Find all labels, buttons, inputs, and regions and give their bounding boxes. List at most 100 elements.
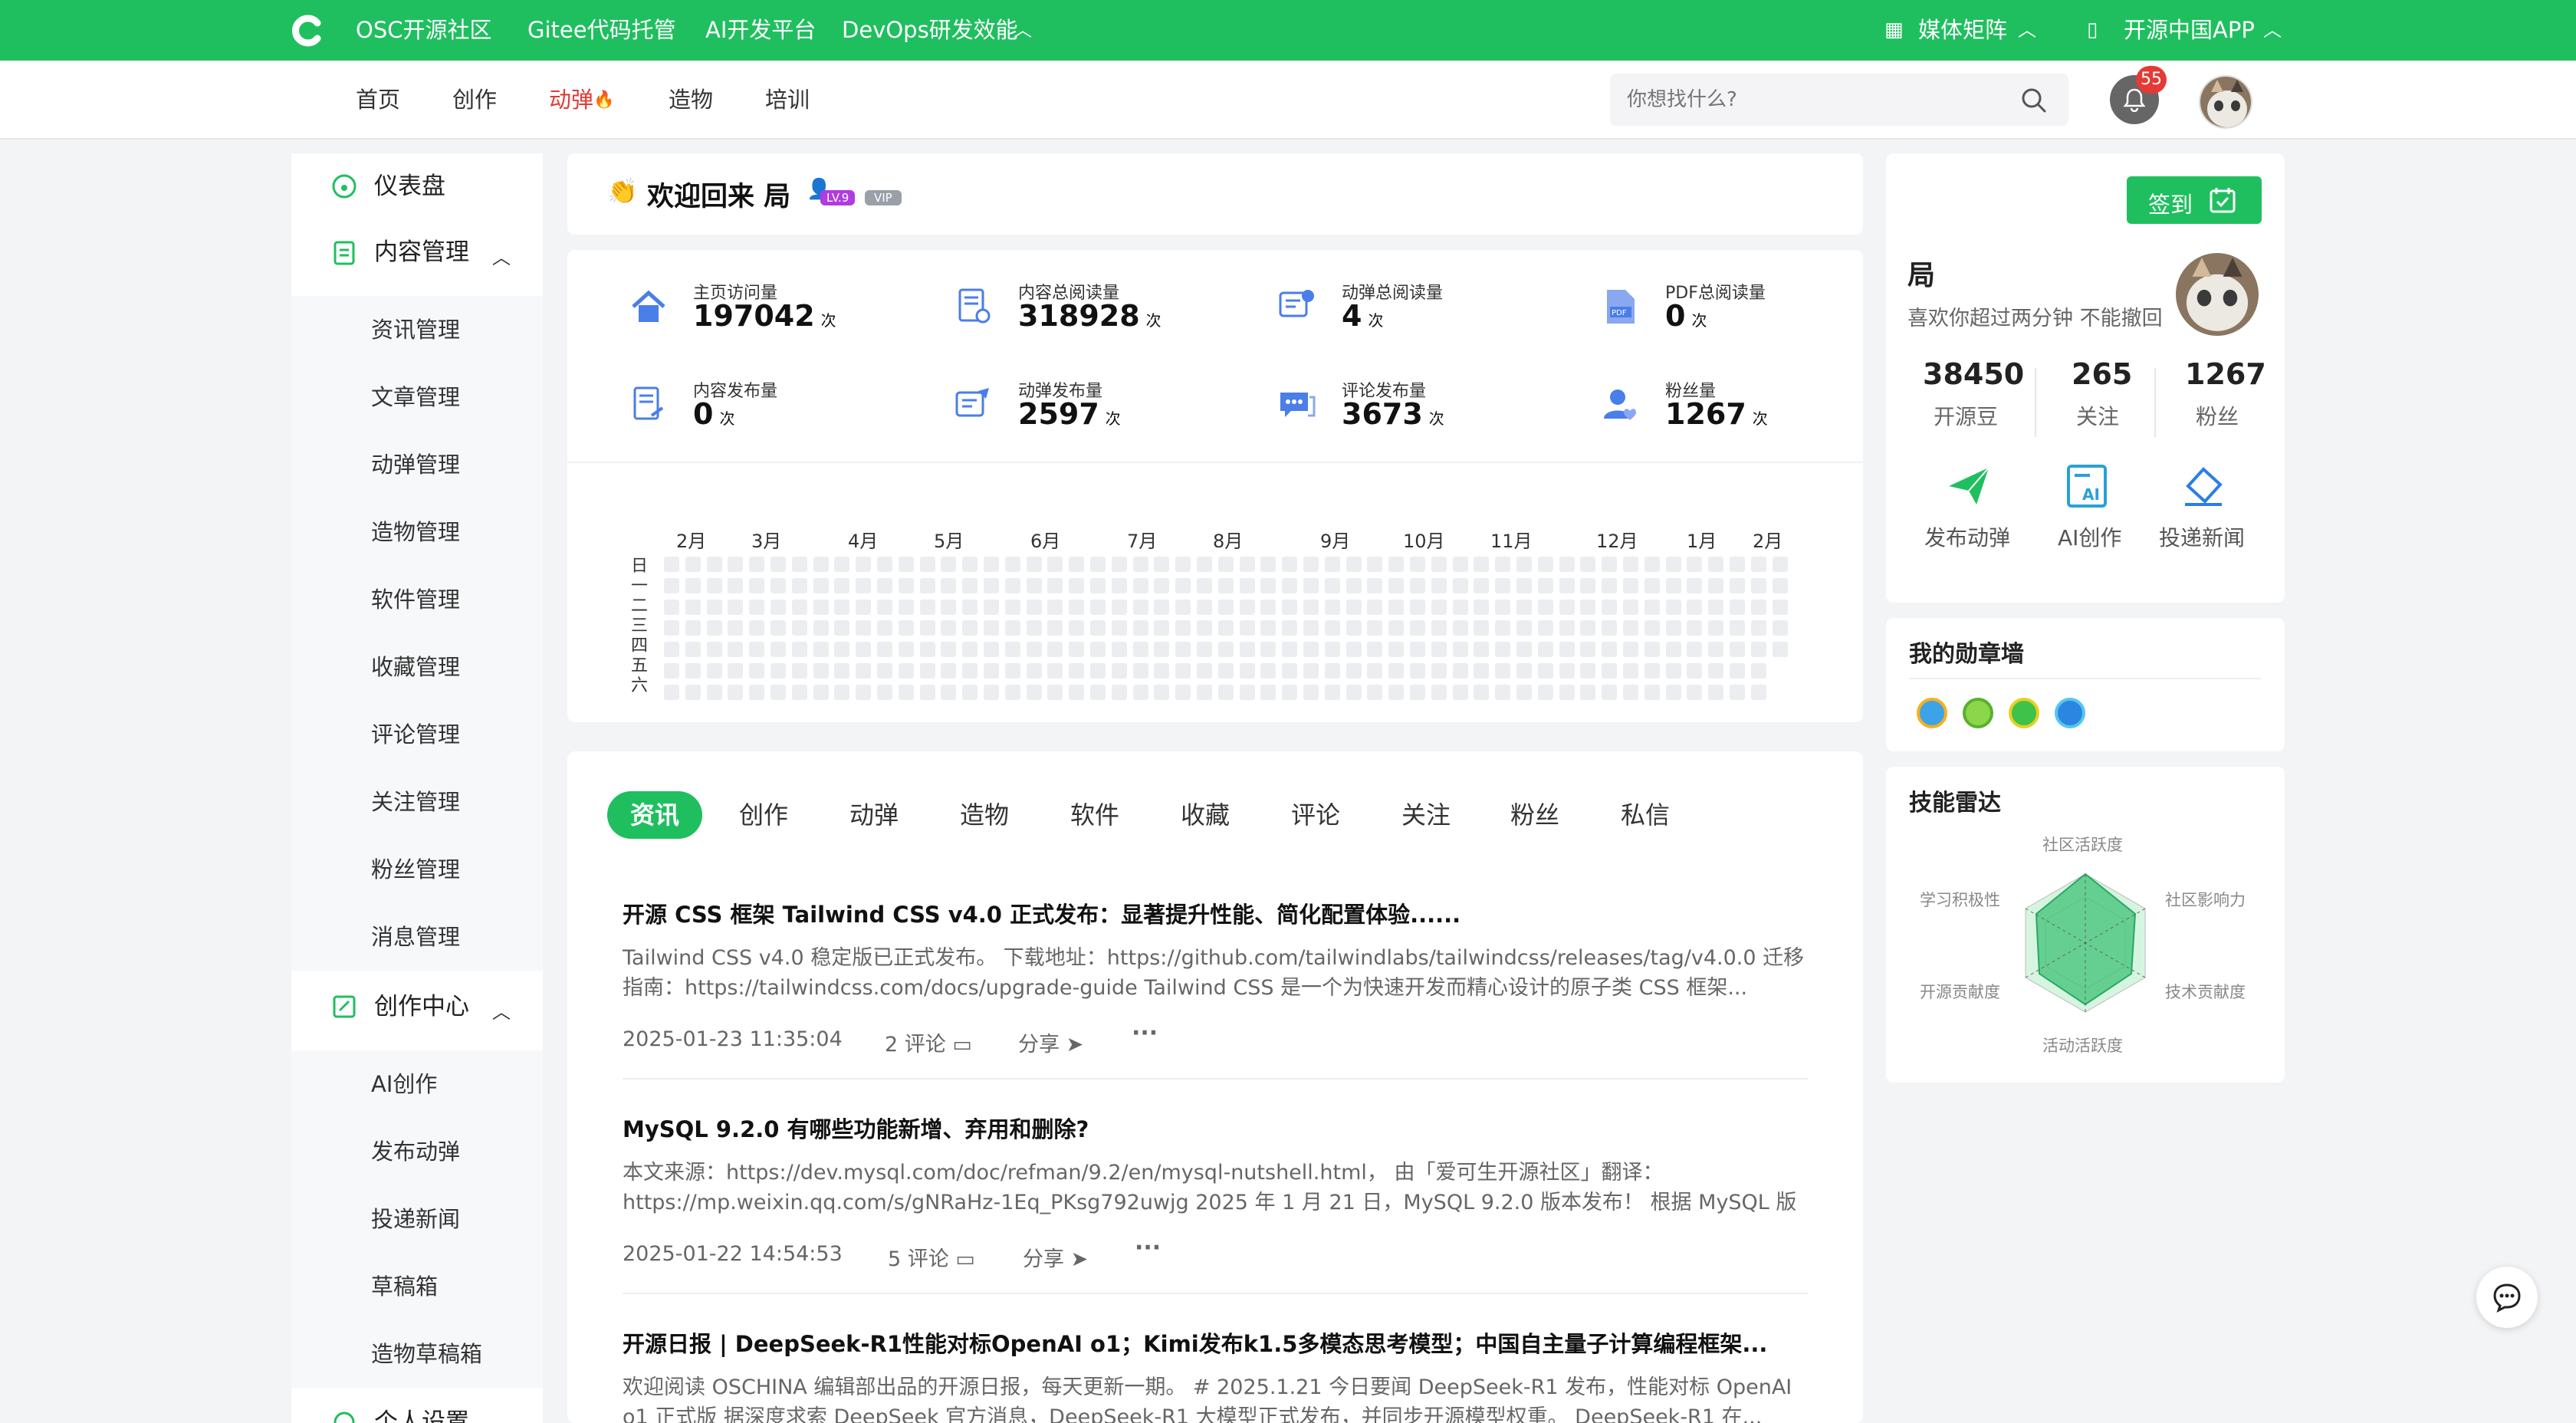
sidebar-item[interactable]: 资讯管理	[291, 296, 543, 363]
pdf-icon: PDF	[1607, 290, 1635, 324]
article-title[interactable]: 开源 CSS 框架 Tailwind CSS v4.0 正式发布：显著提升性能、…	[623, 897, 1460, 929]
tab-following[interactable]: 关注	[1378, 791, 1474, 839]
chevron-up-icon[interactable]: ︿	[2263, 0, 2282, 61]
heatmap-cell	[1260, 557, 1276, 572]
badge-icon[interactable]	[2055, 698, 2085, 728]
nav-create[interactable]: 创作	[452, 61, 497, 140]
chevron-up-icon[interactable]: ︿	[492, 997, 511, 1024]
heatmap-cell	[749, 577, 765, 593]
share-button[interactable]: 分享 ➤	[1018, 1027, 1083, 1057]
article-title[interactable]: MySQL 9.2.0 有哪些功能新增、弃用和删除?	[623, 1112, 1089, 1144]
osc-logo-icon[interactable]	[291, 14, 325, 48]
search-input[interactable]	[1627, 84, 1995, 115]
sidebar-item[interactable]: 投递新闻	[291, 1185, 543, 1253]
tab-fans[interactable]: 粉丝	[1487, 791, 1582, 839]
sidebar-item[interactable]: 动弹管理	[291, 431, 543, 498]
nav-build[interactable]: 造物	[669, 61, 713, 140]
heatmap-cell	[1367, 577, 1383, 593]
badge-icon[interactable]	[2009, 698, 2039, 728]
chevron-up-icon[interactable]: ︿	[2018, 0, 2036, 61]
heatmap-cell	[1730, 684, 1745, 700]
chevron-up-icon[interactable]: ︿	[1014, 0, 1032, 61]
sidebar-item[interactable]: 草稿箱	[291, 1253, 543, 1320]
topbar-link-gitee[interactable]: Gitee代码托管	[527, 0, 676, 61]
heatmap-cell	[1537, 557, 1553, 572]
sidebar-item[interactable]: 消息管理	[291, 903, 543, 971]
heatmap-cell	[1410, 684, 1425, 700]
tab-favorites[interactable]: 收藏	[1158, 791, 1253, 839]
comment-button[interactable]: 5 评论 ▭	[888, 1242, 975, 1272]
heatmap-month: 3月	[751, 531, 782, 552]
sidebar-item-label: 收藏管理	[371, 654, 461, 680]
profile-name: 局	[1907, 260, 1936, 291]
heatmap-cell	[1111, 642, 1127, 658]
topbar-link-ai[interactable]: AI开发平台	[705, 0, 816, 61]
tab-news[interactable]: 资讯	[607, 791, 703, 839]
sidebar-item[interactable]: 软件管理	[291, 566, 543, 633]
share-button[interactable]: 分享 ➤	[1023, 1242, 1088, 1272]
sidebar-item[interactable]: 粉丝管理	[291, 836, 543, 903]
sidebar-content-mgmt[interactable]: 内容管理 ︿	[291, 219, 543, 285]
count-value[interactable]: 265	[2072, 357, 2132, 391]
heatmap-cell	[1282, 620, 1298, 636]
feed-card	[567, 751, 1863, 1423]
heatmap-cell	[877, 642, 892, 658]
heatmap-cell	[1069, 684, 1085, 700]
search-icon[interactable]	[2021, 87, 2047, 113]
heatmap-cell	[685, 684, 701, 700]
chevron-up-icon[interactable]: ︿	[492, 242, 511, 269]
profile-avatar[interactable]	[2176, 253, 2259, 336]
heatmap-cell	[1730, 577, 1745, 593]
count-value[interactable]: 1267	[2185, 357, 2266, 391]
heatmap-cell	[1132, 557, 1148, 572]
action-ai-create[interactable]: AI AI创作	[2049, 463, 2125, 555]
sidebar-item[interactable]: 造物管理	[291, 498, 543, 566]
sidebar-item[interactable]: 关注管理	[291, 768, 543, 836]
sidebar-personal-settings[interactable]: 个人设置	[291, 1389, 543, 1423]
sidebar-creation-center[interactable]: 创作中心 ︿	[291, 974, 543, 1040]
tab-comments[interactable]: 评论	[1268, 791, 1363, 839]
sidebar-item[interactable]: AI创作	[291, 1050, 543, 1118]
nav-training[interactable]: 培训	[765, 61, 810, 140]
sidebar-item[interactable]: 文章管理	[291, 363, 543, 431]
action-submit-news[interactable]: 投递新闻	[2157, 463, 2249, 555]
tab-tweet[interactable]: 动弹	[826, 791, 922, 839]
topbar-app[interactable]: 开源中国APP	[2124, 0, 2255, 61]
search-box[interactable]	[1610, 74, 2068, 126]
sidebar-dashboard[interactable]: 仪表盘	[291, 153, 543, 219]
heatmap-month: 2月	[676, 531, 707, 552]
more-icon[interactable]: ···	[1135, 1234, 1161, 1261]
sidebar-item[interactable]: 评论管理	[291, 701, 543, 768]
heatmap-cell	[1644, 599, 1660, 615]
tab-create[interactable]: 创作	[716, 791, 811, 839]
heatmap-cell	[749, 620, 765, 636]
count-value[interactable]: 38450	[1923, 357, 2024, 391]
comment-button[interactable]: 2 评论 ▭	[885, 1027, 972, 1057]
topbar-link-devops[interactable]: DevOps研发效能	[842, 0, 1018, 61]
sidebar-item[interactable]: 造物草稿箱	[291, 1320, 543, 1388]
heatmap-cell	[1026, 663, 1042, 679]
nav-home[interactable]: 首页	[356, 61, 400, 140]
more-icon[interactable]: ···	[1132, 1020, 1158, 1047]
action-publish-tweet[interactable]: 发布动弹	[1923, 463, 2015, 555]
badge-icon[interactable]	[1917, 698, 1947, 728]
tab-build[interactable]: 造物	[937, 791, 1032, 839]
heatmap-cell	[1474, 663, 1490, 679]
sidebar-item[interactable]: 发布动弹	[291, 1118, 543, 1185]
avatar[interactable]	[2199, 75, 2252, 129]
sidebar-item[interactable]: 收藏管理	[291, 633, 543, 701]
tab-software[interactable]: 软件	[1047, 791, 1142, 839]
article-title[interactable]: 开源日报 | DeepSeek-R1性能对标OpenAI o1；Kimi发布k1…	[623, 1326, 1767, 1359]
sidebar-item-label: AI创作	[371, 1071, 438, 1097]
topbar-link-osc[interactable]: OSC开源社区	[356, 0, 491, 61]
badge-icon[interactable]	[1963, 698, 1993, 728]
heatmap-cell	[1004, 599, 1020, 615]
signin-button[interactable]: 签到	[2127, 176, 2262, 224]
tab-messages[interactable]: 私信	[1598, 791, 1693, 839]
chat-button[interactable]	[2476, 1267, 2538, 1328]
topbar-media[interactable]: 媒体矩阵	[1918, 0, 2007, 61]
heatmap-cell	[1452, 620, 1468, 636]
comment-icon	[1280, 393, 1316, 417]
nav-tweet[interactable]: 动弹	[549, 61, 593, 140]
share-label: 分享	[1018, 1033, 1060, 1057]
